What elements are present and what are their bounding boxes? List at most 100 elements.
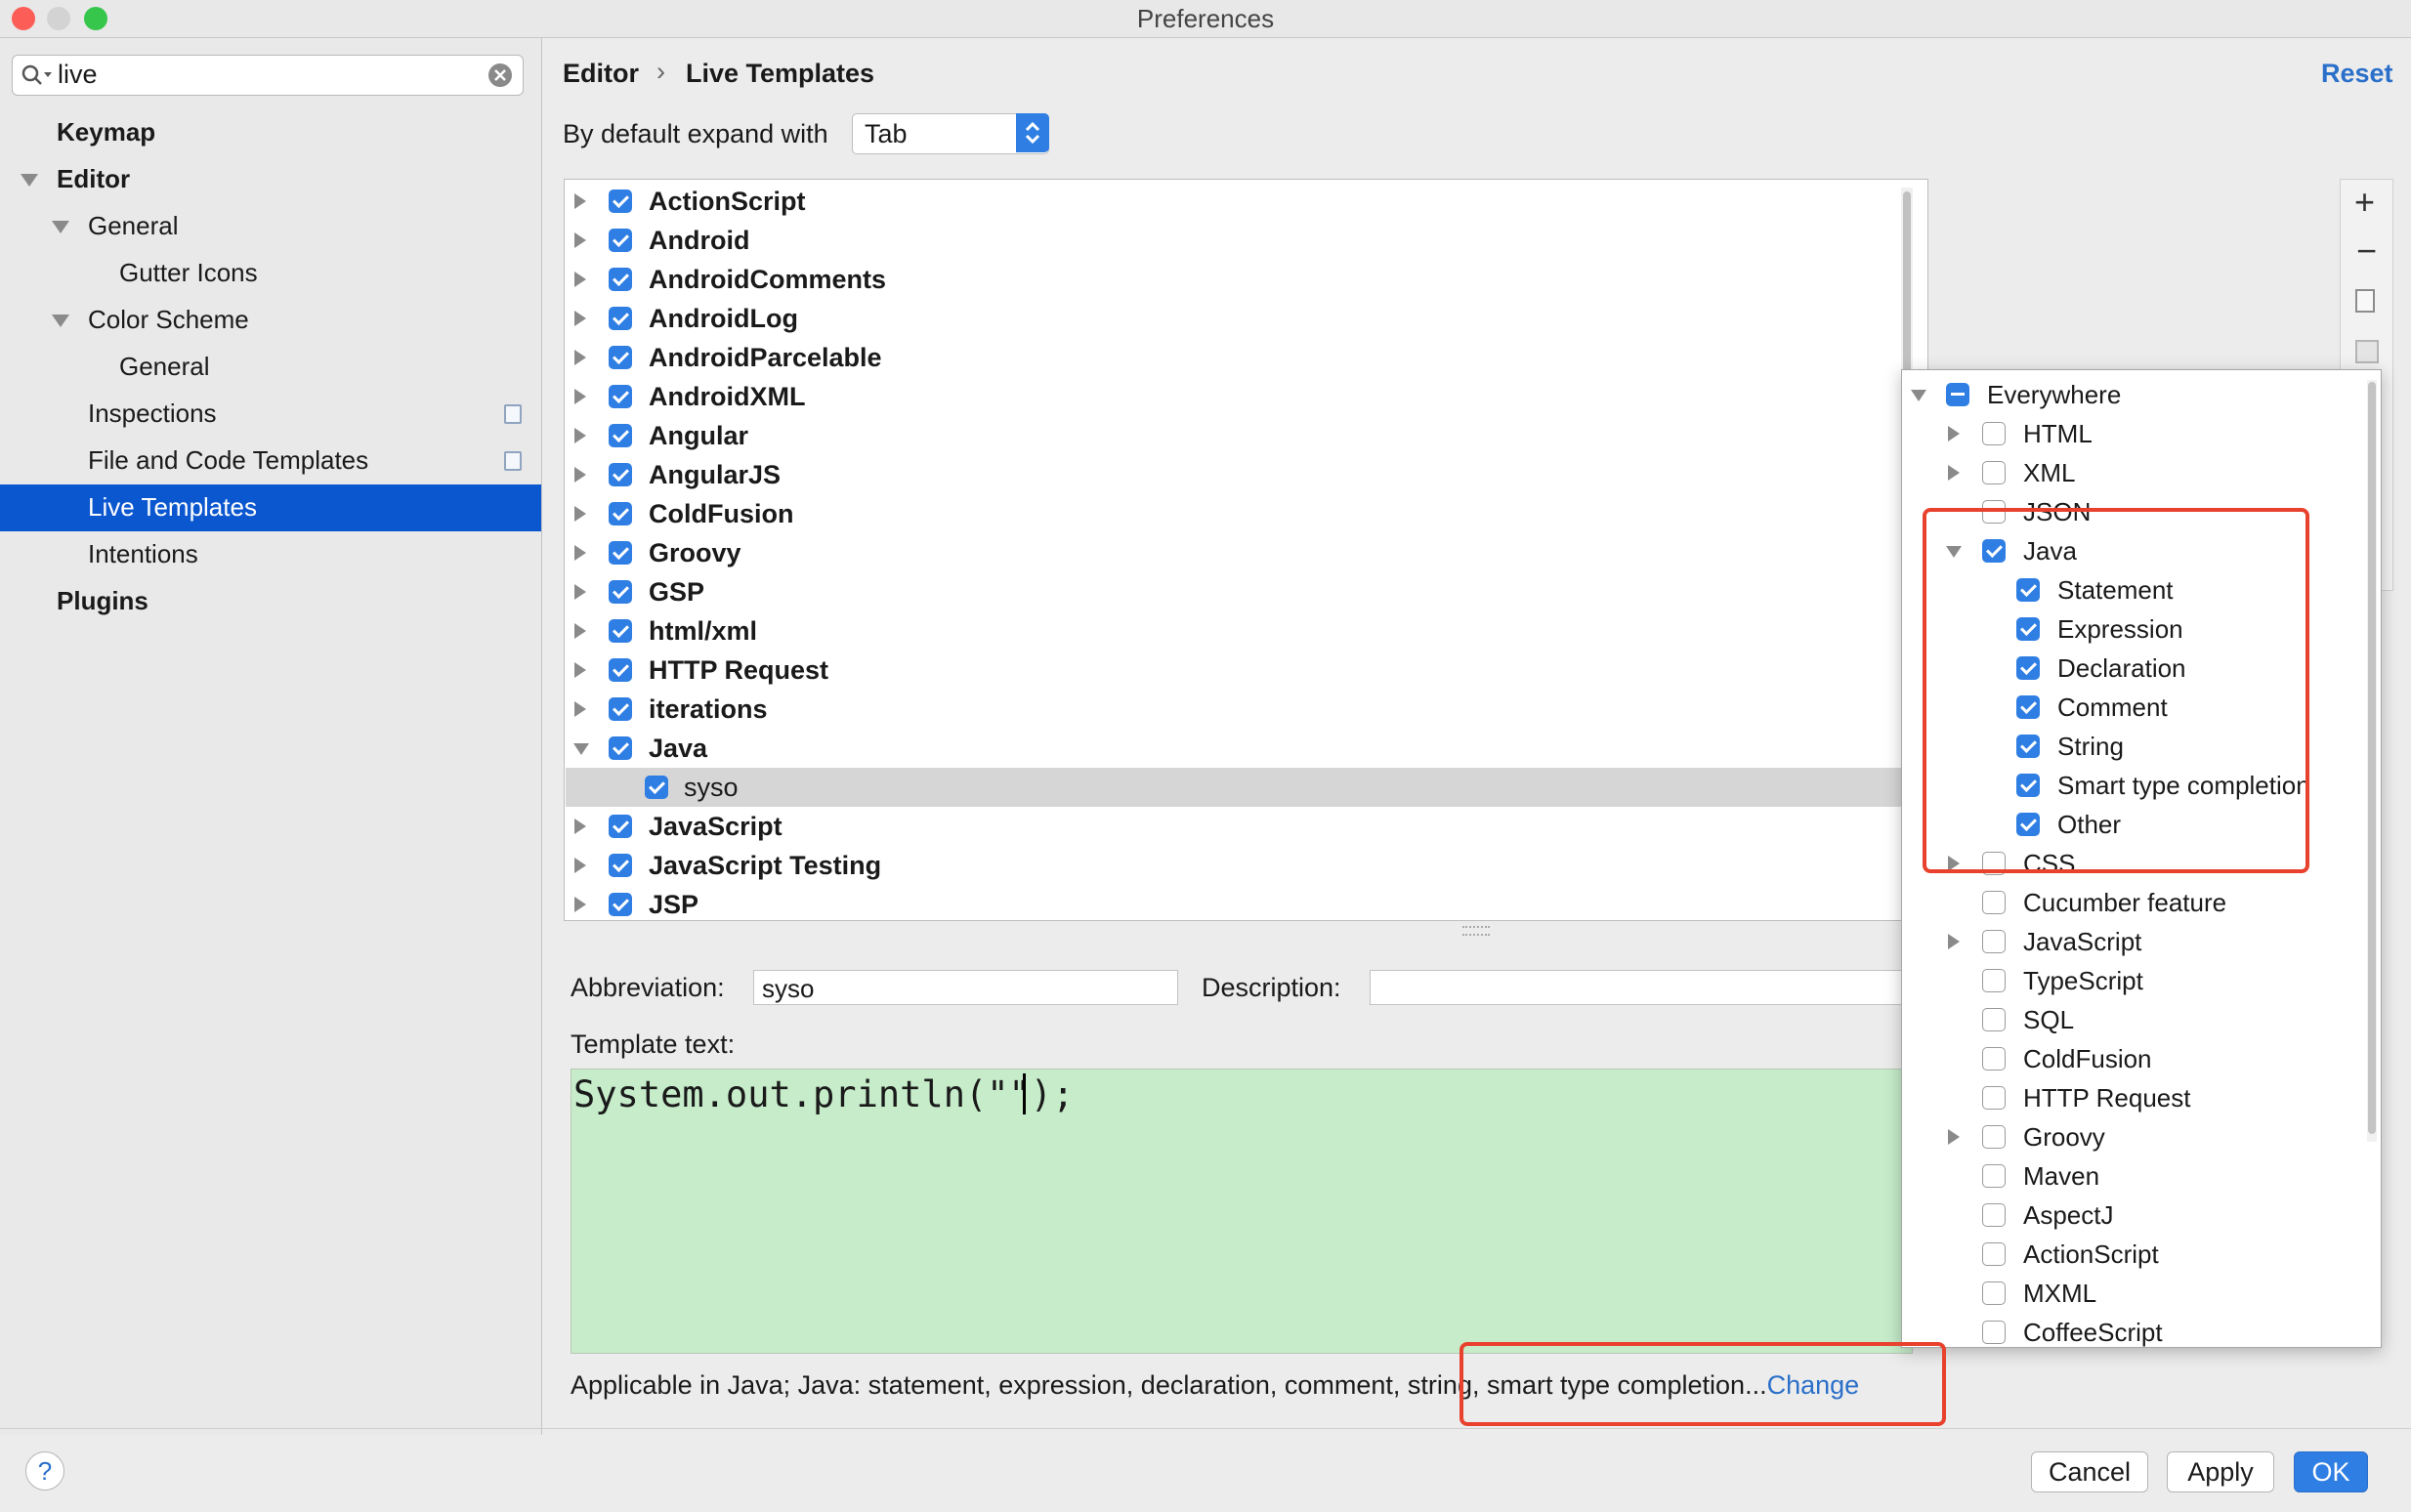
expand-group-icon[interactable]: [574, 662, 586, 678]
duplicate-icon[interactable]: [2355, 289, 2375, 313]
template-group-checkbox[interactable]: [609, 893, 632, 916]
expand-group-icon[interactable]: [574, 623, 586, 639]
sidebar-item-general[interactable]: General: [88, 203, 179, 248]
context-option[interactable]: Maven: [2023, 1156, 2099, 1196]
splitter-handle[interactable]: [1462, 926, 1490, 936]
context-option[interactable]: HTTP Request: [2023, 1078, 2190, 1117]
context-checkbox[interactable]: [1982, 930, 2006, 953]
expand-group-icon[interactable]: [574, 272, 586, 287]
context-option[interactable]: Cucumber feature: [2023, 883, 2226, 922]
expand-group-icon[interactable]: [574, 545, 586, 561]
expand-group-icon[interactable]: [574, 428, 586, 443]
template-group-checkbox[interactable]: [609, 541, 632, 565]
context-option[interactable]: MXML: [2023, 1274, 2096, 1313]
abbreviation-field[interactable]: syso: [753, 970, 1178, 1005]
expand-group-icon[interactable]: [574, 897, 586, 912]
popup-scrollbar-thumb[interactable]: [2368, 382, 2376, 1134]
search-field[interactable]: live: [12, 55, 524, 96]
template-group[interactable]: AngularJS: [649, 455, 781, 494]
clear-search-icon[interactable]: [487, 63, 513, 88]
sidebar-item-plugins[interactable]: Plugins: [57, 578, 148, 623]
help-button[interactable]: ?: [25, 1451, 64, 1491]
template-group[interactable]: Java: [649, 729, 707, 768]
expand-context-icon[interactable]: [1948, 934, 1960, 949]
context-checkbox[interactable]: [1982, 1086, 2006, 1110]
context-checkbox[interactable]: [1982, 461, 2006, 484]
expand-group-icon[interactable]: [574, 467, 586, 483]
context-checkbox[interactable]: [1946, 383, 1969, 406]
sidebar-item-file-and-code-templates[interactable]: File and Code Templates: [88, 438, 368, 483]
context-option[interactable]: ColdFusion: [2023, 1039, 2152, 1078]
template-group-checkbox[interactable]: [609, 424, 632, 447]
template-group-checkbox[interactable]: [609, 580, 632, 604]
context-option[interactable]: HTML: [2023, 414, 2093, 453]
apply-button[interactable]: Apply: [2167, 1451, 2274, 1492]
context-option[interactable]: XML: [2023, 453, 2075, 492]
template-group[interactable]: Groovy: [649, 533, 741, 572]
template-group-checkbox[interactable]: [609, 502, 632, 525]
expand-group-icon[interactable]: [574, 232, 586, 248]
expand-group-icon[interactable]: [574, 311, 586, 326]
context-option[interactable]: Everywhere: [1987, 375, 2121, 414]
context-option[interactable]: JavaScript: [2023, 922, 2141, 961]
expand-general-icon[interactable]: [52, 221, 69, 233]
context-checkbox[interactable]: [1982, 1203, 2006, 1227]
template-group[interactable]: Android: [649, 221, 749, 260]
context-checkbox[interactable]: [1982, 422, 2006, 445]
template-group[interactable]: AndroidComments: [649, 260, 886, 299]
template-group-checkbox[interactable]: [609, 229, 632, 252]
context-checkbox[interactable]: [1982, 1047, 2006, 1071]
template-group[interactable]: iterations: [649, 690, 768, 729]
sidebar-item-intentions[interactable]: Intentions: [88, 531, 198, 576]
context-option[interactable]: SQL: [2023, 1000, 2074, 1039]
template-group-checkbox[interactable]: [609, 189, 632, 213]
popup-scrollbar[interactable]: [2367, 380, 2377, 1142]
expand-group-icon[interactable]: [574, 506, 586, 522]
expand-context-icon[interactable]: [1948, 426, 1960, 441]
context-checkbox[interactable]: [1982, 1281, 2006, 1305]
expand-with-select[interactable]: Tab: [852, 113, 1049, 154]
template-group[interactable]: ActionScript: [649, 182, 806, 221]
template-group[interactable]: AndroidParcelable: [649, 338, 882, 377]
expand-editor-icon[interactable]: [21, 174, 38, 187]
expand-group-icon[interactable]: [574, 701, 586, 717]
context-checkbox[interactable]: [1982, 1125, 2006, 1149]
template-group[interactable]: JSP: [649, 885, 698, 924]
template-group[interactable]: AndroidXML: [649, 377, 805, 416]
collapse-context-icon[interactable]: [1911, 390, 1926, 401]
template-text[interactable]: System.out.println("");: [573, 1073, 1074, 1115]
template-group-checkbox[interactable]: [645, 776, 668, 799]
context-checkbox[interactable]: [1982, 891, 2006, 914]
description-field[interactable]: [1370, 970, 1917, 1005]
template-group[interactable]: JavaScript: [649, 807, 783, 846]
expand-group-icon[interactable]: [574, 584, 586, 600]
template-group-checkbox[interactable]: [609, 815, 632, 838]
expand-group-icon[interactable]: [574, 389, 586, 404]
restore-icon[interactable]: [2355, 340, 2379, 363]
expand-context-icon[interactable]: [1948, 1129, 1960, 1145]
context-checkbox[interactable]: [1982, 1008, 2006, 1031]
template-group[interactable]: AndroidLog: [649, 299, 798, 338]
template-group[interactable]: GSP: [649, 572, 704, 611]
template-group-checkbox[interactable]: [609, 307, 632, 330]
template-group-checkbox[interactable]: [609, 697, 632, 721]
expand-color-scheme-icon[interactable]: [52, 315, 69, 327]
ok-button[interactable]: OK: [2294, 1451, 2368, 1492]
expand-group-icon[interactable]: [574, 819, 586, 834]
expand-group-icon[interactable]: [574, 193, 586, 209]
template-group-checkbox[interactable]: [609, 346, 632, 369]
template-group-checkbox[interactable]: [609, 854, 632, 877]
expand-group-icon[interactable]: [574, 350, 586, 365]
template-item[interactable]: syso: [684, 768, 739, 807]
sidebar-item-live-templates[interactable]: Live Templates: [88, 484, 257, 529]
expand-context-icon[interactable]: [1948, 465, 1960, 481]
context-checkbox[interactable]: [1982, 1242, 2006, 1266]
breadcrumb-editor[interactable]: Editor: [563, 59, 639, 89]
context-checkbox[interactable]: [1982, 1164, 2006, 1188]
template-group[interactable]: HTTP Request: [649, 651, 828, 690]
sidebar-item-gutter-icons[interactable]: Gutter Icons: [119, 250, 258, 295]
context-option[interactable]: Groovy: [2023, 1117, 2105, 1156]
context-checkbox[interactable]: [1982, 1321, 2006, 1344]
template-text-editor[interactable]: System.out.println("");: [571, 1069, 1913, 1354]
template-group-checkbox[interactable]: [609, 619, 632, 643]
